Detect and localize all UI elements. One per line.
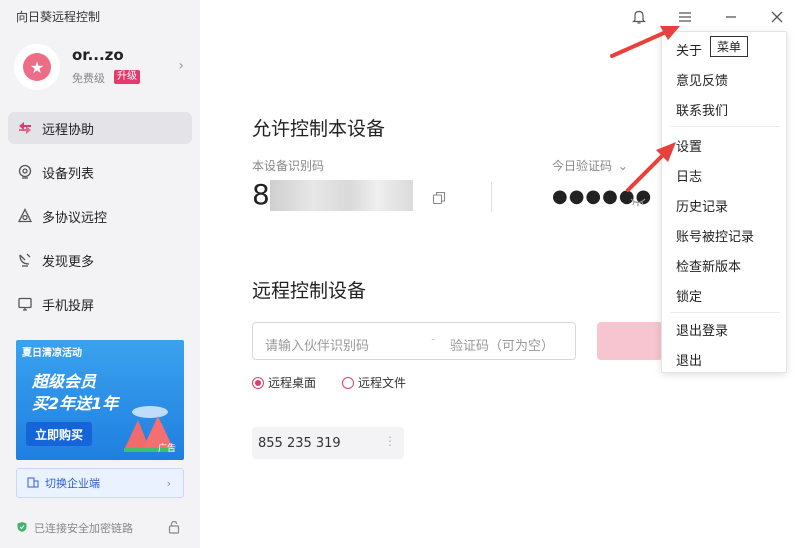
- verification-code-label-text: 今日验证码: [552, 159, 613, 173]
- recent-device-id: 855 235 319: [258, 435, 341, 451]
- sidebar-item-discover[interactable]: 发现更多: [8, 244, 192, 276]
- main-menu-dropdown: 关于 菜单 意见反馈 联系我们 设置 日志 历史记录 账号被控记录 检查新版本 …: [661, 31, 787, 373]
- device-id-label: 本设备识别码: [252, 159, 325, 173]
- switch-enterprise-button[interactable]: 切换企业端 ›: [16, 468, 184, 498]
- sidebar-item-label: 设备列表: [42, 166, 95, 182]
- chevron-right-icon: ›: [166, 476, 171, 490]
- sidebar-item-device-list[interactable]: 设备列表: [8, 156, 192, 188]
- menu-item-logout[interactable]: 退出登录: [676, 320, 728, 339]
- radio-remote-desktop[interactable]: 远程桌面: [252, 374, 316, 391]
- menu-item-history[interactable]: 历史记录: [676, 196, 728, 215]
- annotation-arrow-icon: [626, 142, 676, 192]
- allow-control-title: 允许控制本设备: [252, 118, 386, 140]
- verification-code-input[interactable]: 验证码（可为空）: [450, 335, 554, 354]
- ad-label: 广告: [157, 444, 176, 454]
- connect-button[interactable]: [597, 322, 663, 360]
- partner-id-input[interactable]: 请输入伙伴识别码: [265, 335, 369, 354]
- sidebar-item-label: 多协议远控: [42, 210, 108, 226]
- promo-banner[interactable]: 夏日清凉活动 超级会员 买2年送1年 立即购买 广告: [16, 340, 184, 460]
- sidebar-item-remote-assist[interactable]: 远程协助: [8, 112, 192, 144]
- sidebar-item-label: 远程协助: [42, 122, 95, 138]
- menu-divider: [670, 126, 780, 127]
- multi-protocol-icon: [16, 207, 34, 225]
- sidebar: 向日葵远程控制 ★ or...zo 免费级 升级 › 远程协助 设备列表 多协议…: [0, 0, 200, 548]
- menu-item-account-control-log[interactable]: 账号被控记录: [676, 226, 754, 245]
- lock-icon[interactable]: [168, 520, 180, 537]
- user-profile[interactable]: ★ or...zo 免费级 升级 ›: [14, 44, 190, 90]
- partner-id-input-group: 请输入伙伴识别码 - 验证码（可为空）: [252, 322, 576, 360]
- app-title: 向日葵远程控制: [16, 10, 101, 24]
- screen-cast-icon: [16, 295, 34, 313]
- menu-divider: [670, 312, 780, 313]
- divider: [491, 182, 492, 212]
- device-id-value: 8: [252, 178, 270, 211]
- security-label: 已连接安全加密链路: [34, 522, 133, 535]
- radio-remote-file-label: 远程文件: [358, 376, 407, 390]
- star-icon: ★: [23, 53, 51, 81]
- sidebar-item-label: 手机投屏: [42, 298, 95, 314]
- sidebar-item-label: 发现更多: [42, 254, 95, 270]
- shield-check-icon: [16, 521, 28, 536]
- menu-item-lock[interactable]: 锁定: [676, 286, 702, 305]
- menu-item-check-update[interactable]: 检查新版本: [676, 256, 741, 275]
- radio-selected-icon: [252, 376, 264, 389]
- buy-now-button[interactable]: 立即购买: [26, 422, 92, 446]
- radio-remote-desktop-label: 远程桌面: [268, 376, 317, 390]
- input-separator: -: [431, 332, 436, 346]
- sidebar-nav: 远程协助 设备列表 多协议远控 发现更多 手机投屏: [8, 112, 192, 332]
- chevron-right-icon[interactable]: ›: [178, 58, 184, 74]
- username: or...zo: [72, 46, 124, 64]
- building-icon: [27, 476, 39, 491]
- promo-tag: 夏日清凉活动: [22, 348, 82, 359]
- device-id-blurred: [270, 180, 413, 211]
- copy-icon[interactable]: [432, 190, 446, 209]
- menu-item-contact[interactable]: 联系我们: [676, 100, 728, 119]
- annotation-arrow-icon: [610, 26, 680, 58]
- menu-item-feedback[interactable]: 意见反馈: [676, 70, 728, 89]
- sidebar-item-screen-cast[interactable]: 手机投屏: [8, 288, 192, 320]
- verification-code-label[interactable]: 今日验证码 ⌄: [552, 157, 628, 174]
- radio-unselected-icon: [342, 376, 354, 389]
- menu-item-exit[interactable]: 退出: [676, 350, 702, 369]
- recent-device-item[interactable]: 855 235 319 ⋮: [252, 427, 404, 459]
- remote-assist-icon: [16, 119, 34, 137]
- remote-control-title: 远程控制设备: [252, 280, 367, 302]
- close-icon[interactable]: [766, 6, 788, 28]
- switch-enterprise-label: 切换企业端: [45, 477, 100, 490]
- security-status: 已连接安全加密链路: [16, 520, 184, 536]
- minimize-icon[interactable]: [720, 6, 742, 28]
- promo-headline: 超级会员: [32, 372, 97, 391]
- radio-remote-file[interactable]: 远程文件: [342, 374, 406, 391]
- upgrade-badge[interactable]: 升级: [114, 70, 140, 84]
- avatar[interactable]: ★: [14, 44, 60, 90]
- device-list-icon: [16, 163, 34, 181]
- discover-icon: [16, 251, 34, 269]
- more-vertical-icon[interactable]: ⋮: [384, 434, 396, 448]
- promo-subline: 买2年送1年: [32, 394, 119, 413]
- menu-callout-label: 菜单: [710, 36, 749, 57]
- user-level: 免费级: [72, 72, 105, 85]
- sidebar-item-multi-protocol[interactable]: 多协议远控: [8, 200, 192, 232]
